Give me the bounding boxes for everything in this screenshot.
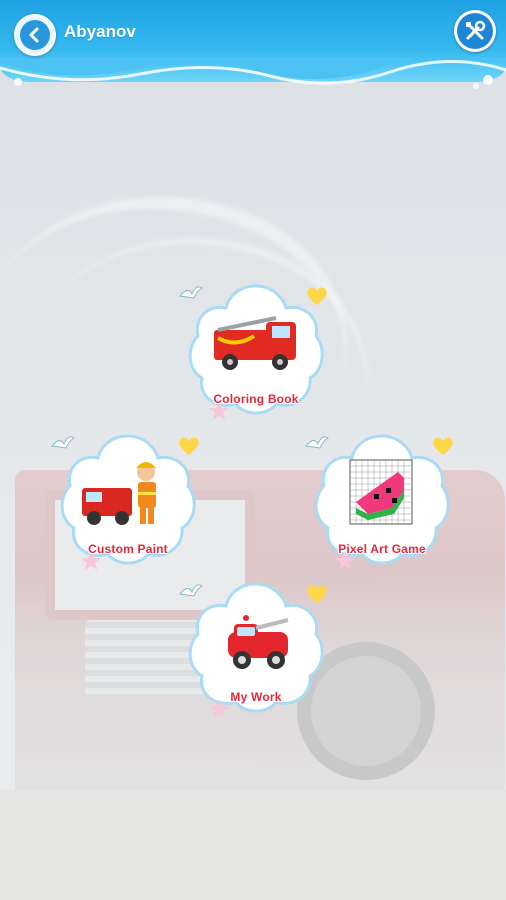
page-title: Abyanov [64,22,136,41]
fire-truck-icon [214,316,296,370]
back-arrow-icon [20,20,50,50]
top-bar: Abyanov [0,0,506,89]
coloring-book-button[interactable]: Coloring Book [179,278,327,420]
menu-item-label: Pixel Art Game [338,542,426,556]
custom-paint-button[interactable]: Custom Paint [51,428,199,570]
menu-item-label: Coloring Book [213,392,299,406]
back-button[interactable] [14,14,56,56]
watermelon-pixel-icon [349,459,413,525]
heart-icon [307,287,327,305]
pixel-art-game-button[interactable]: Pixel Art Game [305,428,453,570]
heart-icon [179,437,199,455]
heart-icon [307,585,327,603]
bird-icon [305,436,329,449]
menu-item-label: My Work [230,690,282,704]
bird-icon [179,286,203,299]
heart-icon [433,437,453,455]
my-work-button[interactable]: My Work [179,576,327,718]
bird-icon [179,584,203,597]
settings-tools-button[interactable] [454,10,496,52]
cartoon-fire-truck-icon [228,615,289,669]
header-wave-decoration [0,58,506,89]
firefighter-truck-icon [82,462,156,525]
menu-item-label: Custom Paint [88,542,168,556]
tools-icon [457,13,493,49]
bird-icon [51,436,75,449]
